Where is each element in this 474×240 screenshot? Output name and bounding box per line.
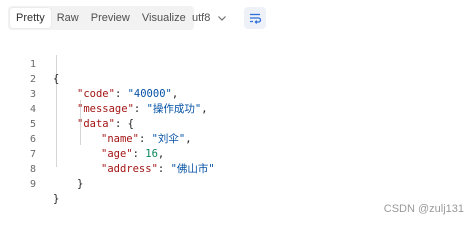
code-editor[interactable]: 1 { 2 "code": "40000", 3 "message": "操作成…: [0, 40, 474, 205]
line-number: 9: [29, 179, 36, 190]
brace-close: }: [53, 193, 60, 205]
code-line: 6 "age": 16,: [0, 117, 474, 160]
tab-raw[interactable]: Raw: [51, 8, 85, 28]
code-line: 5 "name": "刘伞",: [0, 102, 474, 145]
code-line: 8 }: [0, 147, 474, 190]
code-line: 9 }: [0, 162, 474, 205]
wrap-lines-button[interactable]: [244, 7, 266, 29]
code-line: 3 "message": "操作成功",: [0, 72, 474, 115]
encoding-value: utf8: [192, 12, 211, 24]
code-line: 1 {: [0, 42, 474, 85]
tab-preview[interactable]: Preview: [85, 8, 136, 28]
tab-pretty[interactable]: Pretty: [10, 8, 51, 28]
response-viewer: Pretty Raw Preview Visualize utf8 1 {2 …: [0, 0, 474, 220]
chevron-down-icon: [218, 16, 227, 21]
code-text: }: [77, 177, 83, 192]
code-text: }: [53, 192, 59, 207]
brace-close: }: [77, 178, 84, 190]
encoding-select[interactable]: utf8: [192, 9, 228, 27]
wrap-lines-icon: [250, 13, 262, 24]
code-line: 4 "data": {: [0, 87, 474, 130]
response-toolbar: Pretty Raw Preview Visualize utf8: [0, 0, 474, 38]
watermark: CSDN @zulj131: [383, 203, 464, 215]
code-line: 2 "code": "40000",: [0, 57, 474, 100]
code-line: 7 "address": "佛山市": [0, 132, 474, 175]
view-mode-selector: Pretty Raw Preview Visualize: [8, 6, 194, 30]
tab-visualize[interactable]: Visualize: [136, 8, 192, 28]
